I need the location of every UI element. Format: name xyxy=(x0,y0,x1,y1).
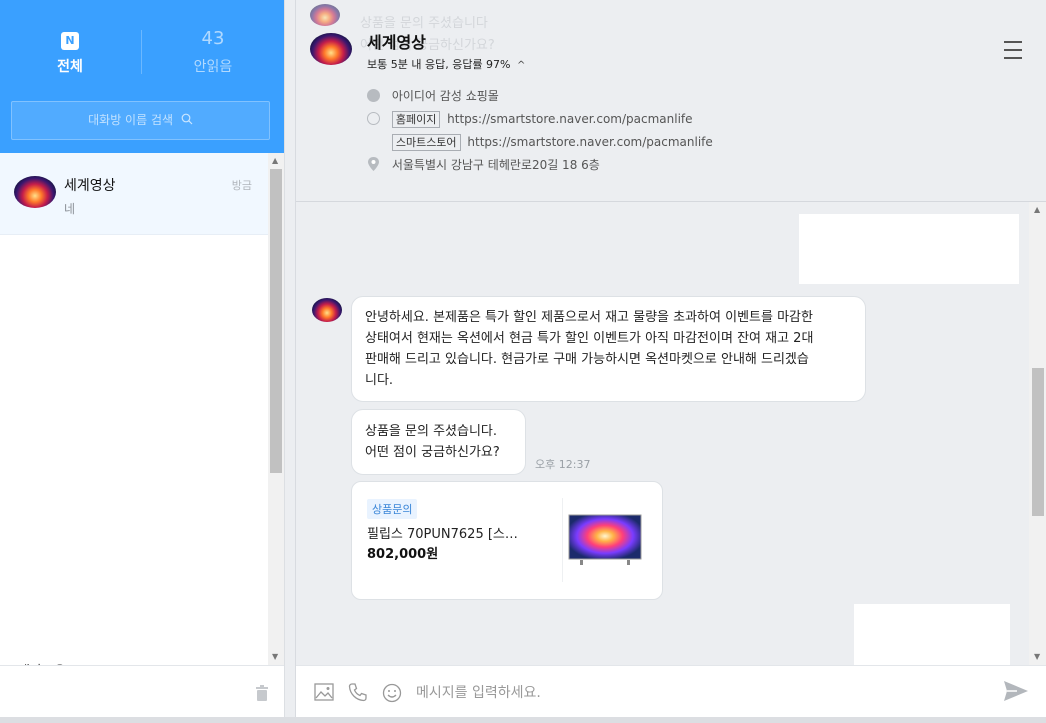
message-line: 어떤 점이 궁금하신가요? xyxy=(365,445,500,460)
tab-all-label: 전체 xyxy=(57,59,83,75)
tab-unread[interactable]: 43 안읽음 xyxy=(143,28,283,76)
menu-icon[interactable] xyxy=(1004,41,1022,61)
store-category: 아이디어 감성 쇼핑몰 xyxy=(391,89,499,103)
store-icon xyxy=(367,135,380,148)
window-bottom-edge xyxy=(0,717,1046,723)
scrollbar-thumb[interactable] xyxy=(270,169,282,473)
product-inquiry-badge: 상품문의 xyxy=(367,499,418,519)
tab-divider xyxy=(141,30,142,74)
homepage-tag: 홈페이지 xyxy=(391,111,441,128)
product-inquiry-card[interactable]: 상품문의 필립스 70PUN7625 [스… 802,000원 xyxy=(351,481,663,600)
tab-all[interactable]: N 전체 xyxy=(0,28,140,76)
chat-list-header: N 전체 43 안읽음 대화방 이름 검색 xyxy=(0,0,284,153)
unread-count: 43 xyxy=(201,28,225,49)
trash-icon[interactable] xyxy=(255,685,269,701)
message-composer xyxy=(296,665,1046,717)
response-text: 보통 5분 내 응답, 응답률 97% xyxy=(367,58,511,71)
product-name: 필립스 70PUN7625 [스… xyxy=(367,527,518,542)
store-category-row: 아이디어 감성 쇼핑몰 xyxy=(367,86,499,106)
message-list: 안녕하세요. 본제품은 특가 할인 제품으로서 재고 물량을 초과하여 이벤트를… xyxy=(296,202,1029,665)
response-rate[interactable]: 보통 5분 내 응답, 응답률 97% ^ xyxy=(367,56,525,72)
smartstore-tag: 스마트스토어 xyxy=(391,134,461,151)
store-address: 서울특별시 강남구 테헤란로20길 18 6층 xyxy=(391,158,600,172)
send-icon xyxy=(1004,680,1028,701)
message-line: 니다. xyxy=(365,373,394,388)
product-price: 802,000원 xyxy=(367,547,439,562)
scroll-up-arrow-icon[interactable]: ▲ xyxy=(272,156,278,166)
message-timestamp: 오후 12:37 xyxy=(535,458,591,471)
message-line: 안녕하세요. 본제품은 특가 할인 제품으로서 재고 물량을 초과하여 이벤트를… xyxy=(365,310,813,325)
product-image[interactable] xyxy=(562,498,646,582)
globe-icon xyxy=(367,112,380,125)
smartstore-link[interactable]: https://smartstore.naver.com/pacmanlife xyxy=(467,135,712,149)
chatroom-search-input[interactable]: 대화방 이름 검색 xyxy=(11,101,270,140)
scrollbar-thumb[interactable] xyxy=(1032,368,1044,516)
avatar xyxy=(14,176,56,208)
emoji-icon[interactable] xyxy=(382,683,402,703)
address-row: 서울특별시 강남구 테헤란로20길 18 6층 xyxy=(367,155,600,175)
scroll-up-arrow-icon[interactable]: ▲ xyxy=(1034,205,1040,215)
chat-list-footer xyxy=(0,665,284,717)
smartstore-row: 스마트스토어 https://smartstore.naver.com/pacm… xyxy=(367,132,713,152)
homepage-row: 홈페이지 https://smartstore.naver.com/pacman… xyxy=(367,109,693,129)
store-avatar xyxy=(310,33,352,65)
chat-item-time: 방금 xyxy=(231,179,252,192)
image-message[interactable] xyxy=(799,214,1019,284)
image-attach-icon[interactable] xyxy=(314,683,334,701)
phone-icon[interactable] xyxy=(348,683,368,702)
chevron-up-icon: ^ xyxy=(517,60,526,71)
message-scrollbar[interactable]: ▲ ▼ xyxy=(1029,202,1046,665)
n-chat-icon: N xyxy=(61,32,79,50)
scroll-down-arrow-icon[interactable]: ▼ xyxy=(272,652,278,662)
store-info-header: 세계영상 보통 5분 내 응답, 응답률 97% ^ 아이디어 감성 쇼핑몰 홈… xyxy=(296,0,1046,202)
image-message[interactable] xyxy=(854,604,1010,665)
message-input[interactable] xyxy=(416,683,976,703)
scroll-down-arrow-icon[interactable]: ▼ xyxy=(1034,652,1040,662)
received-message: 상품을 문의 주셨습니다. 어떤 점이 궁금하신가요? xyxy=(351,409,526,475)
store-name: 세계영상 xyxy=(367,33,426,52)
send-button[interactable] xyxy=(1002,679,1030,705)
received-message: 안녕하세요. 본제품은 특가 할인 제품으로서 재고 물량을 초과하여 이벤트를… xyxy=(351,296,866,402)
chat-item-last-message: 네 xyxy=(64,202,76,216)
sender-avatar xyxy=(312,298,342,322)
tv-image-icon xyxy=(568,514,641,565)
chat-item-name: 세계영상 xyxy=(64,178,116,194)
chat-list-panel: N 전체 43 안읽음 대화방 이름 검색 세계영상 방금 네 ▲ ▼ 패카드유 xyxy=(0,0,285,717)
chat-list-item[interactable]: 세계영상 방금 네 xyxy=(0,153,268,235)
tab-unread-label: 안읽음 xyxy=(193,59,233,75)
search-placeholder: 대화방 이름 검색 xyxy=(88,113,174,127)
conversation-panel: 상품을 문의 주셨습니다 어떤 점이 궁금하신가요? 세계영상 보통 5분 내 응… xyxy=(295,0,1046,717)
message-line: 상태여서 현재는 옥션에서 현금 특가 할인 이벤트가 아직 마감전이며 잔여 … xyxy=(365,331,814,346)
message-line: 상품을 문의 주셨습니다. xyxy=(365,424,497,439)
location-pin-icon xyxy=(368,157,379,171)
info-icon xyxy=(367,89,380,102)
message-line: 판매해 드리고 있습니다. 현금가로 구매 가능하시면 옥션마켓으로 안내해 드… xyxy=(365,352,809,367)
chat-list-scrollbar[interactable]: ▲ ▼ xyxy=(268,153,284,665)
homepage-link[interactable]: https://smartstore.naver.com/pacmanlife xyxy=(447,112,692,126)
search-icon xyxy=(181,113,193,125)
